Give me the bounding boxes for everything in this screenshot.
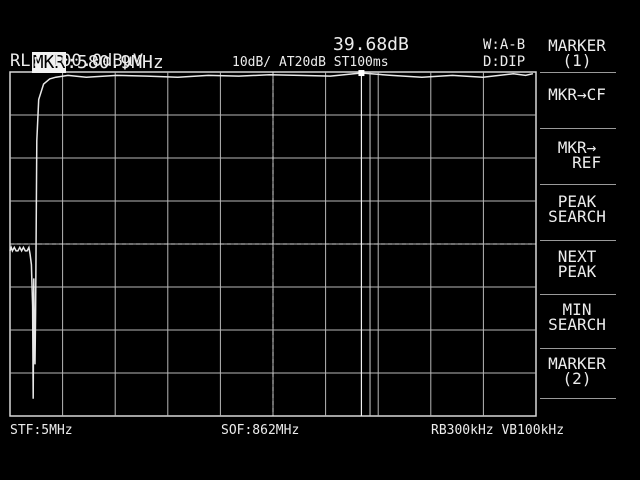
bandwidth-settings: RB300kHz VB100kHz xyxy=(431,423,565,438)
softkey-divider xyxy=(540,240,616,241)
softkey-peak-search[interactable]: PEAK SEARCH xyxy=(538,194,616,225)
display-mode: D:DIP xyxy=(483,54,526,70)
marker-level: 39.68dB xyxy=(333,34,409,55)
sweep-settings: 10dB/ AT20dB ST100ms xyxy=(232,55,389,70)
softkey-divider xyxy=(540,128,616,129)
softkey-marker-2[interactable]: MARKER (2) xyxy=(538,356,616,387)
trace-mode: W:A-B xyxy=(483,37,526,53)
softkey-divider xyxy=(540,294,616,295)
start-frequency: STF:5MHz xyxy=(10,423,73,438)
marker-point xyxy=(358,70,365,77)
softkey-next-peak[interactable]: NEXT PEAK xyxy=(538,249,616,280)
reference-level: RL: 100.0dBμV xyxy=(10,51,144,71)
span-frequency: SOF:862MHz xyxy=(221,423,300,438)
softkey-marker-1[interactable]: MARKER (1) xyxy=(538,38,616,69)
softkey-divider xyxy=(540,184,616,185)
softkey-divider xyxy=(540,72,616,73)
softkey-mkr-to-ref[interactable]: MKR→ REF xyxy=(538,140,616,171)
softkey-divider xyxy=(540,348,616,349)
softkey-divider xyxy=(540,398,616,399)
softkey-min-search[interactable]: MIN SEARCH xyxy=(538,302,616,333)
softkey-mkr-to-cf[interactable]: MKR→CF xyxy=(538,87,616,103)
